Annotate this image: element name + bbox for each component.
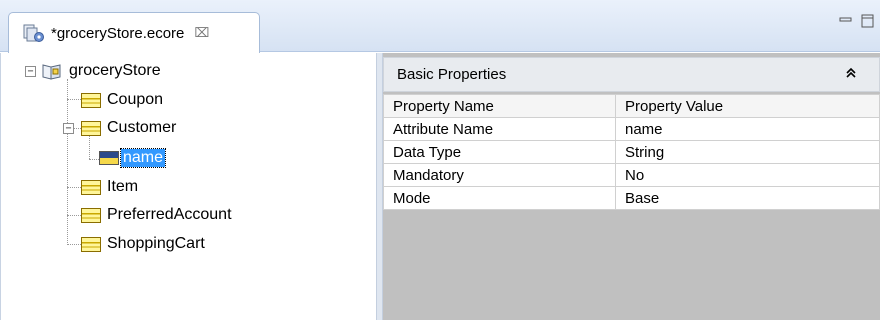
property-value-cell[interactable]: No bbox=[615, 163, 880, 187]
class-icon bbox=[81, 92, 101, 108]
tree-connector bbox=[67, 187, 81, 188]
class-icon bbox=[81, 207, 101, 223]
property-value-cell[interactable]: name bbox=[615, 117, 880, 141]
tree-item-label: PreferredAccount bbox=[107, 206, 232, 223]
collapse-customer-toggle[interactable]: − bbox=[63, 123, 74, 134]
property-name-cell: Mandatory bbox=[383, 163, 616, 187]
section-title: Basic Properties bbox=[397, 66, 507, 83]
tree-item-label: Coupon bbox=[107, 91, 164, 108]
class-icon bbox=[81, 179, 101, 195]
tree-connector bbox=[67, 99, 81, 100]
model-tree: − groceryStore Coupon − Customer name It… bbox=[0, 53, 376, 320]
tree-item-label: Item bbox=[107, 178, 139, 195]
tree-item-preferredaccount[interactable]: PreferredAccount bbox=[81, 203, 232, 227]
tree-item-label: Customer bbox=[107, 119, 177, 136]
table-row[interactable]: Attribute Name name bbox=[383, 117, 880, 141]
close-tab-icon[interactable]: ⌧ bbox=[194, 25, 209, 41]
class-icon bbox=[81, 120, 101, 136]
tree-item-name-attribute[interactable]: name bbox=[99, 146, 167, 170]
tree-connector bbox=[67, 215, 81, 216]
tree-item-grocerystore[interactable]: groceryStore bbox=[41, 59, 161, 83]
panel-splitter[interactable] bbox=[376, 53, 383, 320]
table-header-row: Property Name Property Value bbox=[383, 94, 880, 118]
minimize-icon[interactable] bbox=[838, 14, 854, 28]
tree-item-customer[interactable]: Customer bbox=[81, 116, 176, 140]
basic-properties-header[interactable]: Basic Properties bbox=[383, 57, 880, 92]
property-value-cell[interactable]: String bbox=[615, 140, 880, 164]
tree-connector bbox=[67, 244, 81, 245]
table-row[interactable]: Data Type String bbox=[383, 140, 880, 164]
column-header-property-name: Property Name bbox=[383, 94, 616, 118]
package-icon bbox=[41, 62, 63, 80]
tree-item-label: ShoppingCart bbox=[107, 235, 205, 252]
tree-item-label: groceryStore bbox=[69, 62, 161, 79]
property-name-cell: Attribute Name bbox=[383, 117, 616, 141]
tree-item-label: name bbox=[119, 148, 167, 168]
ecore-file-icon bbox=[23, 23, 45, 43]
tree-item-shoppingcart[interactable]: ShoppingCart bbox=[81, 232, 205, 256]
collapse-section-icon[interactable] bbox=[845, 67, 857, 82]
column-header-property-value: Property Value bbox=[615, 94, 880, 118]
tree-connector bbox=[67, 79, 68, 245]
collapse-root-toggle[interactable]: − bbox=[25, 66, 36, 77]
maximize-icon[interactable] bbox=[860, 14, 876, 28]
property-name-cell: Data Type bbox=[383, 140, 616, 164]
property-name-cell: Mode bbox=[383, 186, 616, 210]
tab-title: *groceryStore.ecore bbox=[51, 24, 185, 42]
properties-panel: Basic Properties Property Name Property … bbox=[383, 53, 880, 320]
tab-grocerystore-ecore[interactable]: *groceryStore.ecore ⌧ bbox=[8, 12, 260, 53]
class-icon bbox=[81, 236, 101, 252]
tree-item-item[interactable]: Item bbox=[81, 175, 138, 199]
tree-connector bbox=[89, 159, 99, 160]
editor-tab-bar: *groceryStore.ecore ⌧ bbox=[0, 0, 880, 53]
tree-connector bbox=[73, 128, 81, 129]
property-value-cell[interactable]: Base bbox=[615, 186, 880, 210]
attribute-icon bbox=[99, 151, 119, 165]
table-row[interactable]: Mandatory No bbox=[383, 163, 880, 187]
tree-item-coupon[interactable]: Coupon bbox=[81, 88, 163, 112]
table-row[interactable]: Mode Base bbox=[383, 186, 880, 210]
properties-table: Property Name Property Value Attribute N… bbox=[383, 94, 880, 210]
